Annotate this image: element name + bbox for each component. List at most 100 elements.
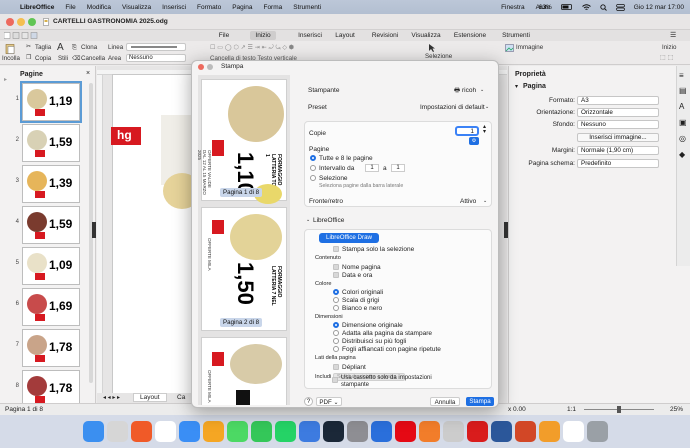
tray-checkbox[interactable] [332, 377, 338, 383]
select-arrow-icon[interactable] [428, 43, 436, 53]
orientation-select[interactable]: Orizzontale [577, 108, 659, 117]
orig-size-radio[interactable] [333, 322, 339, 328]
qb-icon[interactable] [298, 421, 320, 442]
launchpad-icon[interactable] [106, 421, 128, 442]
close-icon[interactable] [6, 18, 14, 26]
menu-formato[interactable]: Formato [197, 4, 221, 11]
printer-chevron-icon[interactable]: ⌄ [480, 87, 484, 93]
image-icon[interactable] [505, 44, 514, 52]
sidebar-settings-icon[interactable]: ≡ [679, 71, 684, 80]
whatsapp-icon[interactable] [274, 421, 296, 442]
menu-app-name[interactable]: LibreOffice [20, 4, 54, 11]
clear-icon[interactable]: ⌫ [72, 55, 81, 62]
section-expand-icon[interactable]: ▾ [515, 83, 518, 90]
settings-icon[interactable] [346, 421, 368, 442]
battery-icon[interactable] [560, 4, 573, 10]
cut-icon[interactable]: ✂ [26, 43, 31, 50]
print-button[interactable]: Stampa [466, 397, 494, 406]
range-to-input[interactable]: 1 [391, 164, 405, 172]
powerpoint-icon[interactable] [514, 421, 536, 442]
insert-image-button[interactable]: Inserisci immagine... [577, 133, 659, 142]
pages-icon[interactable] [538, 421, 560, 442]
page-thumbnail[interactable]: 6 1,69 [16, 288, 80, 326]
tab-inserisci[interactable]: Inserisci [293, 31, 327, 40]
tab-ca-layer[interactable]: Ca [177, 394, 185, 401]
copies-info-icon[interactable]: ⚙ [469, 137, 479, 145]
preview-page-1[interactable]: OFFERTE VALIDE DAL 12 AL 15 MARZO 2025 1… [198, 79, 287, 204]
clone-icon[interactable]: ⎘ [72, 44, 77, 52]
zoom-slider-handle[interactable] [617, 406, 621, 413]
plus-icon[interactable] [442, 421, 464, 442]
copy-icon[interactable]: ❐ [26, 54, 32, 61]
tab-inizio[interactable]: Inizio [250, 31, 276, 40]
hp-icon[interactable] [370, 421, 392, 442]
calendar-icon[interactable] [562, 421, 584, 442]
shapes-deck-icon[interactable]: ◆ [679, 150, 685, 159]
menu-pagina[interactable]: Pagina [232, 4, 252, 11]
cancel-button[interactable]: Annulla [430, 397, 460, 406]
acrobat-icon[interactable] [466, 421, 488, 442]
menu-visualizza[interactable]: Visualizza [122, 4, 151, 11]
tab-layout[interactable]: Layout [332, 31, 358, 40]
pages-panel-close-icon[interactable]: × [86, 70, 90, 77]
copy-button[interactable]: Copia [35, 55, 51, 62]
tab-estensione[interactable]: Estensione [453, 31, 487, 40]
selection-radio[interactable] [310, 175, 316, 181]
menu-strumenti[interactable]: Strumenti [293, 4, 321, 11]
menu-finestra[interactable]: Finestra [501, 4, 524, 11]
help-button[interactable]: ? [304, 397, 313, 406]
page-thumbnail[interactable]: 7 1,78 [16, 329, 80, 367]
brave-icon[interactable] [130, 421, 152, 442]
orig-colors-radio[interactable] [333, 289, 339, 295]
gallery-deck-icon[interactable]: ▣ [679, 118, 687, 127]
tab-layout-layer[interactable]: Layout [133, 393, 167, 402]
all-pages-radio[interactable] [310, 155, 316, 161]
netflix-icon[interactable] [394, 421, 416, 442]
ribbon-side-icons[interactable]: ⬚ ⬚ [660, 54, 673, 61]
toolbar-row1-icons[interactable]: ☐ ▭ ◯ ⬡ ↗ ☰ ⇥ ⇤ ⤾ ⤿ ◇ ⬢ [210, 44, 294, 52]
tab-visualizza[interactable]: Visualizza [409, 31, 443, 40]
control-center-icon[interactable] [615, 3, 625, 11]
photos-icon[interactable] [202, 421, 224, 442]
clear-button[interactable]: Cancella [81, 55, 105, 62]
selection-label[interactable]: Selezione [425, 53, 452, 60]
tab-revisioni[interactable]: Revisioni [370, 31, 400, 40]
scale-value[interactable]: 1:1 [567, 406, 576, 413]
tile-radio[interactable] [333, 346, 339, 352]
clock-text[interactable]: Gio 12 mar 17:00 [634, 4, 684, 11]
finder-icon[interactable] [82, 421, 104, 442]
master-page-select[interactable]: Predefinito [577, 159, 659, 168]
paste-icon[interactable] [5, 43, 15, 54]
line-style-combo[interactable] [126, 43, 186, 51]
panel-side-tools-icon[interactable]: ▸ [4, 76, 7, 83]
minimize-icon[interactable] [17, 18, 25, 26]
copies-stepper[interactable]: ▴ ▾ [483, 124, 486, 135]
range-from-input[interactable]: 1 [365, 164, 379, 172]
document-page[interactable]: hg [111, 74, 202, 394]
preview-page-2[interactable]: OFFERTE MILA 1,50 FORMAGGIO LATTERIA 7 N… [201, 207, 287, 331]
chrome-icon[interactable] [154, 421, 176, 442]
preset-select[interactable]: Impostazioni di default [420, 104, 485, 111]
dialog-close-icon[interactable] [198, 64, 204, 70]
ribbon-menu-icon[interactable]: ☰ [670, 31, 676, 39]
margins-select[interactable]: Normale (1,90 cm) [577, 146, 659, 155]
menu-inserisci[interactable]: Inserisci [162, 4, 186, 11]
menu-file[interactable]: File [65, 4, 75, 11]
printer-select[interactable]: ricoh [462, 87, 476, 94]
page-thumbnail[interactable]: 5 1,09 [16, 247, 80, 285]
formato-select[interactable]: A3 [577, 96, 659, 105]
preview-page-3[interactable]: OFFERTE MILA [201, 337, 287, 405]
print-preview[interactable]: OFFERTE VALIDE DAL 12 AL 15 MARZO 2025 1… [198, 75, 290, 405]
libreoffice-section-chevron-icon[interactable]: ⌄ [306, 217, 310, 223]
mail-icon[interactable] [178, 421, 200, 442]
libreoffice-icon[interactable] [418, 421, 440, 442]
zoom-value[interactable]: 25% [670, 406, 683, 413]
word-icon[interactable] [490, 421, 512, 442]
duplex-select[interactable]: Attivo [460, 198, 476, 205]
duplex-pages-checkbox[interactable] [333, 364, 339, 370]
libreoffice-section-title[interactable]: LibreOffice [313, 217, 344, 224]
navigator-deck-icon[interactable]: ◎ [679, 134, 686, 143]
fit-page-radio[interactable] [333, 330, 339, 336]
panel-collapse-handle[interactable] [92, 222, 96, 238]
nav-arrows-icon[interactable]: ◂ ◂ ▸ ▸ [103, 394, 120, 401]
